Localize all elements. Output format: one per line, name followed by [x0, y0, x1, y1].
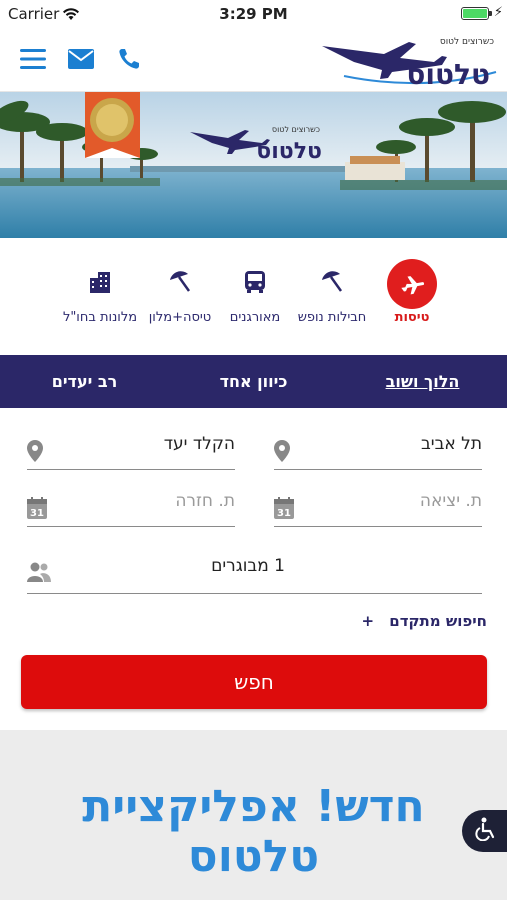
- hero-logo-tagline: כשרוצים לטוס: [272, 125, 320, 134]
- plus-icon: +: [361, 612, 375, 630]
- trip-type-tabs: הלוך ושוב כיוון אחד רב יעדים: [0, 355, 507, 408]
- battery-icon: [461, 7, 489, 20]
- location-pin-icon: [27, 440, 43, 466]
- passengers-field[interactable]: 1 מבוגרים: [27, 548, 482, 594]
- beach-umbrella-icon: [320, 270, 344, 298]
- hero-banner: טלטוס כשרוצים לטוס: [0, 92, 507, 238]
- advanced-search-label: חיפוש מתקדם: [389, 612, 487, 630]
- category-hotels-abroad[interactable]: מלונות בחו"ל: [50, 258, 150, 325]
- clock: 3:29 PM: [219, 5, 288, 23]
- phone-icon[interactable]: [114, 44, 144, 74]
- promo-line-1: חדש! אפליקציית: [82, 781, 425, 832]
- location-pin-icon: [274, 440, 290, 466]
- destination-placeholder: הקלד יעד: [163, 434, 235, 454]
- calendar-icon: 31: [274, 497, 294, 523]
- beach-umbrella-icon: [168, 270, 192, 298]
- charging-icon: ⚡: [493, 5, 503, 20]
- origin-value: תל אביב: [420, 434, 482, 454]
- destination-field[interactable]: הקלד יעד: [27, 426, 235, 470]
- status-bar: Carrier 3:29 PM ⚡: [0, 0, 507, 28]
- app-promo-banner: חדש! אפליקציית טלטוס: [0, 730, 507, 900]
- logo-tagline: כשרוצים לטוס: [440, 37, 494, 47]
- brand-logo[interactable]: טלטוס כשרוצים לטוס: [314, 32, 499, 91]
- return-placeholder: ת. חזרה: [175, 491, 235, 511]
- mail-icon[interactable]: [66, 44, 96, 74]
- origin-field[interactable]: תל אביב: [274, 426, 482, 470]
- hero-logo-text: טלטוס: [256, 139, 322, 164]
- hotel-icon: [89, 270, 111, 298]
- accessibility-button[interactable]: [462, 810, 507, 852]
- passengers-icon: [27, 562, 51, 586]
- advanced-search-link[interactable]: חיפוש מתקדם +: [361, 612, 487, 630]
- logo-text: טלטוס: [406, 58, 490, 88]
- departure-placeholder: ת. יציאה: [419, 491, 482, 511]
- passengers-value: 1 מבוגרים: [211, 556, 285, 576]
- promo-line-2: טלטוס: [187, 831, 320, 882]
- category-nav: טיסות חבילות נופש מאורגנים טיסה+מלון מלו…: [0, 258, 507, 338]
- tab-round-trip[interactable]: הלוך ושוב: [338, 372, 507, 391]
- menu-icon[interactable]: [18, 44, 48, 74]
- search-button[interactable]: חפש: [21, 655, 487, 709]
- tab-multi-destination[interactable]: רב יעדים: [0, 372, 169, 391]
- bus-icon: [244, 270, 266, 298]
- svg-text:31: 31: [277, 508, 291, 519]
- calendar-icon: 31: [27, 497, 47, 523]
- wheelchair-icon: [474, 817, 496, 845]
- tab-one-way[interactable]: כיוון אחד: [169, 372, 338, 391]
- category-label: מלונות בחו"ל: [62, 310, 138, 325]
- app-header: טלטוס כשרוצים לטוס: [0, 28, 507, 92]
- departure-date-field[interactable]: ת. יציאה 31: [274, 483, 482, 527]
- return-date-field[interactable]: ת. חזרה 31: [27, 483, 235, 527]
- svg-text:31: 31: [30, 508, 44, 519]
- plane-icon: [387, 259, 437, 309]
